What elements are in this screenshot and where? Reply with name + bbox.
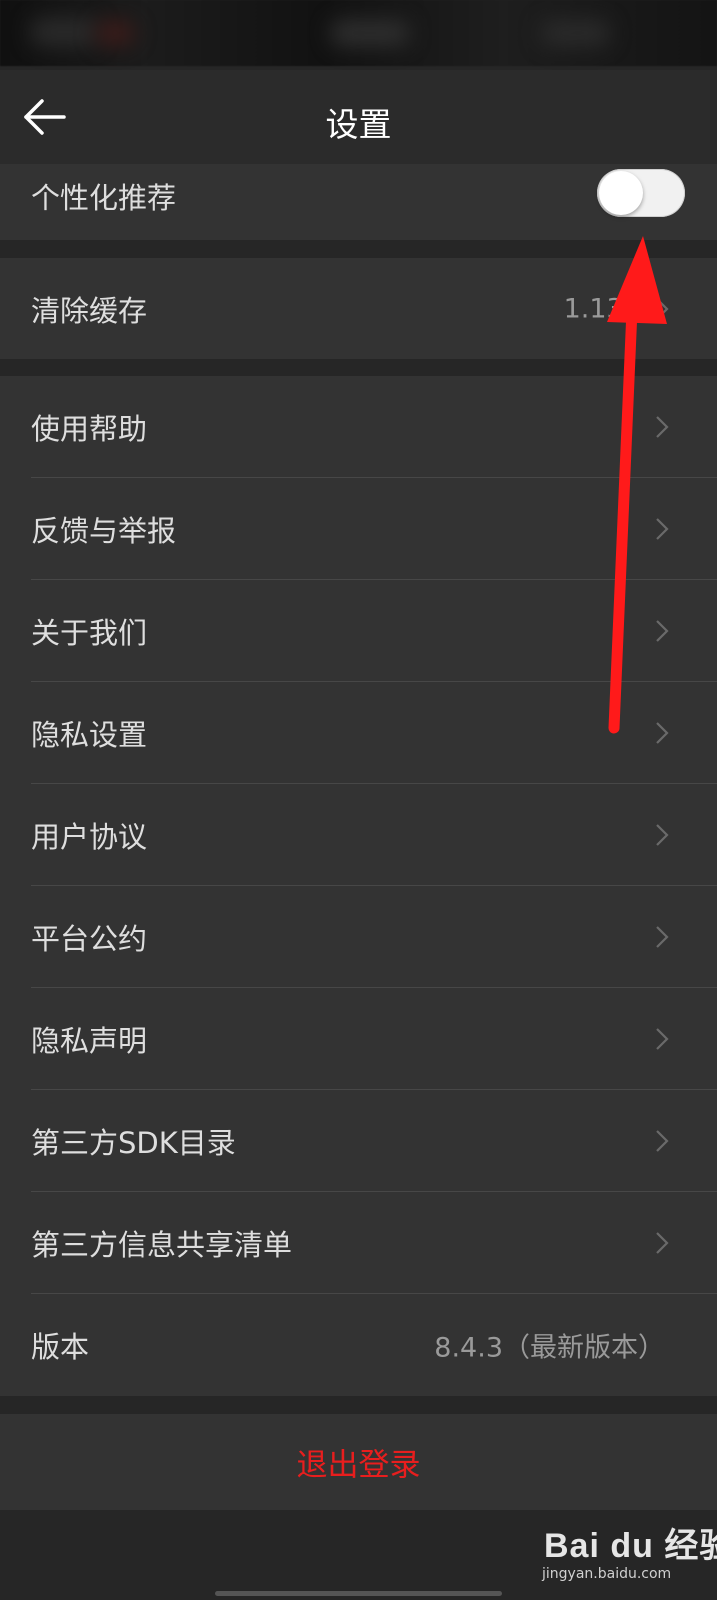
menu-item-label: 版本 <box>31 1330 90 1364</box>
chevron-right-icon <box>656 1130 669 1152</box>
menu-item-user-agreement[interactable]: 用户协议 <box>0 784 717 886</box>
chevron-right-icon <box>656 722 669 744</box>
menu-item-label: 隐私设置 <box>31 718 148 752</box>
home-indicator[interactable] <box>215 1591 502 1596</box>
chevron-right-icon <box>656 1028 669 1050</box>
chevron-right-icon <box>656 926 669 948</box>
menu-item-about[interactable]: 关于我们 <box>0 580 717 682</box>
chevron-right-icon <box>656 297 669 320</box>
cache-card: 清除缓存 1.13M <box>0 258 717 359</box>
watermark-brand: Bai du 经验 <box>544 1527 717 1565</box>
menu-item-third-party-sharing[interactable]: 第三方信息共享清单 <box>0 1192 717 1294</box>
menu-item-third-party-sdk[interactable]: 第三方SDK目录 <box>0 1090 717 1192</box>
cache-size-value: 1.13M <box>563 293 647 324</box>
clear-cache-label: 清除缓存 <box>31 293 148 328</box>
chevron-right-icon <box>656 518 669 540</box>
menu-item-label: 隐私声明 <box>31 1024 148 1058</box>
menu-item-label: 第三方信息共享清单 <box>31 1228 293 1262</box>
page-title: 设置 <box>325 105 392 144</box>
menu-item-version: 版本 8.4.3（最新版本） <box>0 1294 717 1396</box>
menu-item-label: 使用帮助 <box>31 412 148 446</box>
personalization-toggle[interactable] <box>597 169 685 217</box>
chevron-right-icon <box>656 620 669 642</box>
status-bar <box>0 0 717 66</box>
menu-item-help[interactable]: 使用帮助 <box>0 376 717 478</box>
toggle-knob <box>599 171 643 215</box>
logout-label: 退出登录 <box>296 1447 421 1484</box>
menu-item-label: 反馈与举报 <box>31 514 177 548</box>
chevron-right-icon <box>656 416 669 438</box>
menu-card: 使用帮助 反馈与举报 关于我们 隐私设置 用户协议 平台公约 隐私声明 第三方S… <box>0 376 717 1396</box>
menu-item-platform-convention[interactable]: 平台公约 <box>0 886 717 988</box>
menu-item-label: 第三方SDK目录 <box>31 1126 236 1160</box>
logout-button[interactable]: 退出登录 <box>0 1414 717 1510</box>
menu-item-privacy-settings[interactable]: 隐私设置 <box>0 682 717 784</box>
menu-item-label: 关于我们 <box>31 616 148 650</box>
baidu-jingyan-watermark: Bai du 经验 jingyan.baidu.com <box>538 1518 717 1596</box>
menu-item-label: 平台公约 <box>31 922 148 956</box>
version-value: 8.4.3（最新版本） <box>434 1332 665 1364</box>
clear-cache-row[interactable]: 清除缓存 1.13M <box>0 258 717 359</box>
menu-item-privacy-statement[interactable]: 隐私声明 <box>0 988 717 1090</box>
chevron-right-icon <box>656 824 669 846</box>
menu-item-label: 用户协议 <box>31 820 148 854</box>
personalization-label: 个性化推荐 <box>31 181 177 215</box>
menu-item-feedback[interactable]: 反馈与举报 <box>0 478 717 580</box>
watermark-url: jingyan.baidu.com <box>542 1566 672 1582</box>
chevron-right-icon <box>656 1232 669 1254</box>
header: 设置 <box>0 70 717 164</box>
